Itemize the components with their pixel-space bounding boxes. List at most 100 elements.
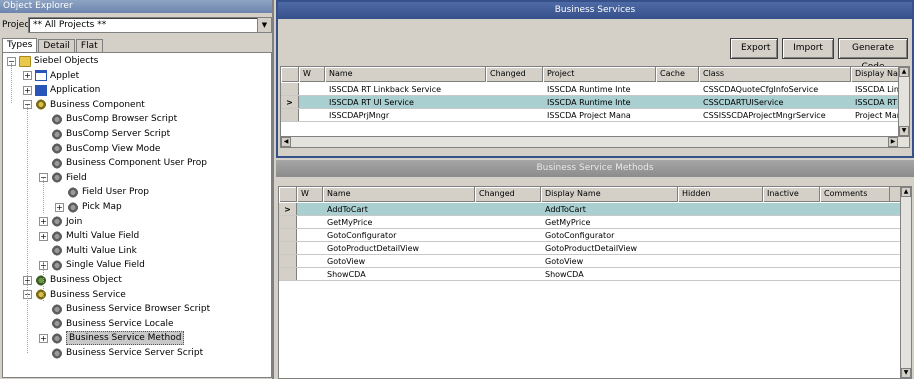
tree-node[interactable]: + Join bbox=[39, 216, 82, 228]
table-cell[interactable] bbox=[299, 83, 325, 96]
tab-types[interactable]: Types bbox=[2, 38, 38, 53]
tree-node[interactable]: − Field bbox=[39, 172, 87, 184]
table-cell[interactable] bbox=[763, 229, 820, 242]
table-row[interactable]: > ISSCDA RT UI Service ISSCDA Runtime Inte… bbox=[281, 96, 909, 109]
column-header[interactable]: W bbox=[299, 67, 325, 82]
export-button[interactable]: Export bbox=[730, 38, 778, 59]
table-cell[interactable]: CSSCDARTUIService bbox=[699, 96, 851, 109]
table-cell[interactable] bbox=[678, 268, 763, 281]
table-cell[interactable] bbox=[297, 203, 323, 216]
object-tree[interactable]: − Siebel Objects + Applet + Application − Busin… bbox=[2, 52, 272, 378]
table-cell[interactable] bbox=[299, 96, 325, 109]
column-header[interactable]: Cache bbox=[656, 67, 699, 82]
table-cell[interactable]: ISSCDA Project Mana bbox=[543, 109, 656, 122]
table-cell[interactable]: GotoConfigurator bbox=[541, 229, 678, 242]
table-cell[interactable] bbox=[297, 255, 323, 268]
column-header[interactable]: W bbox=[297, 187, 323, 202]
row-selector[interactable] bbox=[279, 255, 297, 267]
table-cell[interactable]: AddToCart bbox=[541, 203, 678, 216]
table-cell[interactable] bbox=[475, 203, 541, 216]
tree-node[interactable]: − Siebel Objects bbox=[7, 55, 98, 67]
tree-node[interactable]: + Applet bbox=[23, 70, 79, 82]
table-row[interactable]: > AddToCart AddToCart bbox=[279, 203, 911, 216]
table-cell[interactable]: ISSCDA RT Linkback Service bbox=[325, 83, 486, 96]
scroll-up-icon[interactable]: ▲ bbox=[901, 187, 911, 197]
table-cell[interactable]: ISSCDAPrjMngr bbox=[325, 109, 486, 122]
table-cell[interactable]: ISSCDA RT bbox=[851, 96, 901, 109]
generate-code-button[interactable]: Generate Code bbox=[838, 38, 908, 72]
row-selector[interactable]: > bbox=[279, 203, 297, 215]
column-header[interactable]: Comments bbox=[820, 187, 890, 202]
table-cell[interactable]: ISSCDA Runtime Inte bbox=[543, 96, 656, 109]
table-row[interactable]: GotoConfigurator GotoConfigurator bbox=[279, 229, 911, 242]
table-cell[interactable] bbox=[656, 96, 699, 109]
table-cell[interactable] bbox=[486, 109, 543, 122]
business-services-list[interactable]: W Name Changed Project Cache Class Display Nar… bbox=[280, 66, 910, 148]
table-cell[interactable]: GetMyPrice bbox=[323, 216, 475, 229]
table-cell[interactable] bbox=[763, 268, 820, 281]
table-cell[interactable] bbox=[475, 242, 541, 255]
row-selector[interactable] bbox=[279, 229, 297, 241]
tree-node[interactable]: Multi Value Link bbox=[39, 245, 137, 257]
expand-icon[interactable]: + bbox=[39, 333, 48, 343]
chevron-down-icon[interactable]: ▼ bbox=[257, 18, 271, 32]
tree-node[interactable]: + Multi Value Field bbox=[39, 230, 139, 242]
table-cell[interactable] bbox=[297, 216, 323, 229]
column-header[interactable]: Class bbox=[699, 67, 851, 82]
row-selector[interactable] bbox=[281, 109, 299, 121]
table-cell[interactable]: GotoView bbox=[541, 255, 678, 268]
scroll-down-icon[interactable]: ▼ bbox=[901, 368, 911, 378]
table-row[interactable]: GotoView GotoView bbox=[279, 255, 911, 268]
column-header[interactable]: Changed bbox=[486, 67, 543, 82]
scroll-down-icon[interactable]: ▼ bbox=[899, 126, 909, 136]
column-header[interactable]: Display Nar bbox=[851, 67, 901, 82]
table-cell[interactable] bbox=[678, 216, 763, 229]
row-selector[interactable]: > bbox=[281, 96, 299, 108]
row-selector[interactable] bbox=[279, 268, 297, 280]
vertical-scrollbar[interactable]: ▲ ▼ bbox=[900, 187, 911, 378]
table-cell[interactable] bbox=[763, 203, 820, 216]
table-row[interactable]: ISSCDAPrjMngr ISSCDA Project Mana CSSISSCD… bbox=[281, 109, 909, 122]
import-button[interactable]: Import bbox=[782, 38, 834, 59]
tree-node[interactable]: + Business Object bbox=[23, 274, 122, 286]
table-cell[interactable] bbox=[656, 83, 699, 96]
table-cell[interactable]: CSSISSCDAProjectMngrService bbox=[699, 109, 851, 122]
scroll-up-icon[interactable]: ▲ bbox=[899, 67, 909, 77]
table-cell[interactable] bbox=[297, 242, 323, 255]
table-cell[interactable] bbox=[475, 216, 541, 229]
table-cell[interactable]: ShowCDA bbox=[323, 268, 475, 281]
tree-node[interactable]: Business Service Server Script bbox=[39, 347, 203, 359]
table-cell[interactable] bbox=[475, 268, 541, 281]
table-row[interactable]: GetMyPrice GetMyPrice bbox=[279, 216, 911, 229]
project-select[interactable]: ** All Projects ** ▼ bbox=[28, 17, 272, 33]
table-cell[interactable] bbox=[763, 255, 820, 268]
vertical-scrollbar[interactable]: ▲ ▼ bbox=[898, 67, 909, 147]
expand-icon[interactable]: + bbox=[23, 85, 32, 95]
tree-node[interactable]: Business Service Browser Script bbox=[39, 303, 210, 315]
tree-node[interactable]: − Business Component bbox=[23, 99, 145, 111]
table-cell[interactable] bbox=[678, 242, 763, 255]
table-cell[interactable] bbox=[299, 109, 325, 122]
table-row[interactable]: ISSCDA RT Linkback Service ISSCDA Runtime… bbox=[281, 83, 909, 96]
tree-node[interactable]: + Application bbox=[23, 84, 100, 96]
expand-icon[interactable]: + bbox=[23, 71, 32, 81]
tab-flat[interactable]: Flat bbox=[75, 39, 103, 53]
table-cell[interactable]: GotoView bbox=[323, 255, 475, 268]
table-cell[interactable]: GotoProductDetailView bbox=[541, 242, 678, 255]
table-cell[interactable]: ISSCDA Lin bbox=[851, 83, 901, 96]
tree-node[interactable]: Business Service Locale bbox=[39, 318, 174, 330]
column-header[interactable]: Project bbox=[543, 67, 656, 82]
tree-node[interactable]: − Business Service bbox=[23, 289, 126, 301]
table-cell[interactable] bbox=[820, 203, 890, 216]
table-cell[interactable] bbox=[475, 255, 541, 268]
expand-icon[interactable]: + bbox=[39, 217, 48, 227]
tree-node[interactable]: + Pick Map bbox=[55, 201, 122, 213]
table-cell[interactable] bbox=[678, 203, 763, 216]
table-cell[interactable] bbox=[763, 242, 820, 255]
tree-node[interactable]: Business Component User Prop bbox=[39, 157, 207, 169]
tree-node[interactable]: BusComp View Mode bbox=[39, 143, 160, 155]
column-header[interactable]: Name bbox=[325, 67, 486, 82]
row-selector[interactable] bbox=[279, 242, 297, 254]
table-cell[interactable]: GetMyPrice bbox=[541, 216, 678, 229]
table-cell[interactable] bbox=[475, 229, 541, 242]
